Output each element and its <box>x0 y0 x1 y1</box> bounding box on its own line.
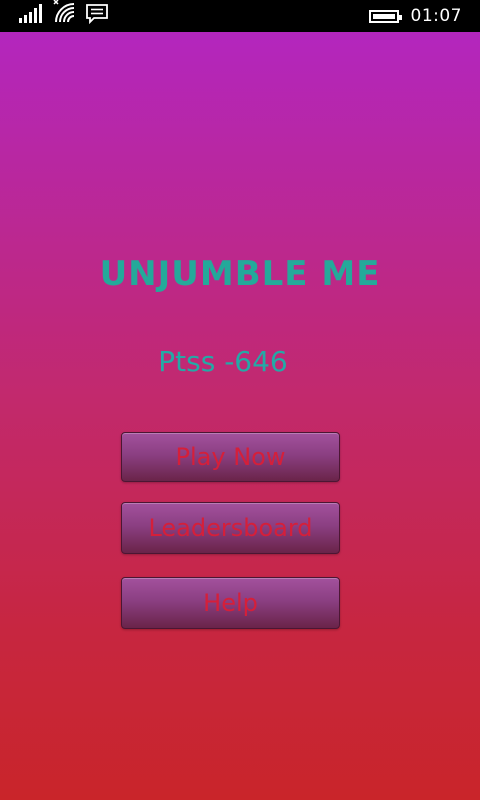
status-icons-right: 01:07 <box>368 4 463 28</box>
help-label: Help <box>203 589 258 617</box>
play-now-label: Play Now <box>175 443 286 471</box>
leaderboard-label: Leadersboard <box>148 514 313 542</box>
signal-strength-icon <box>18 4 42 28</box>
leaderboard-button[interactable]: Leadersboard <box>121 502 340 554</box>
clock: 01:07 <box>410 6 462 26</box>
battery-level <box>372 13 395 19</box>
message-icon <box>86 4 108 28</box>
status-bar: 01:07 <box>0 0 480 32</box>
app-title: UNJUMBLE ME <box>99 254 381 294</box>
battery-icon <box>368 9 402 23</box>
help-button[interactable]: Help <box>121 577 340 629</box>
wifi-icon <box>52 0 76 28</box>
play-now-button[interactable]: Play Now <box>121 432 340 482</box>
app-main-screen: UNJUMBLE ME Ptss -646 Play Now Leadersbo… <box>0 32 480 800</box>
status-icons-left <box>18 0 108 28</box>
phone-screen: 01:07 UNJUMBLE ME Ptss -646 Play Now Lea… <box>0 0 480 800</box>
points-display: Ptss -646 <box>158 345 288 378</box>
